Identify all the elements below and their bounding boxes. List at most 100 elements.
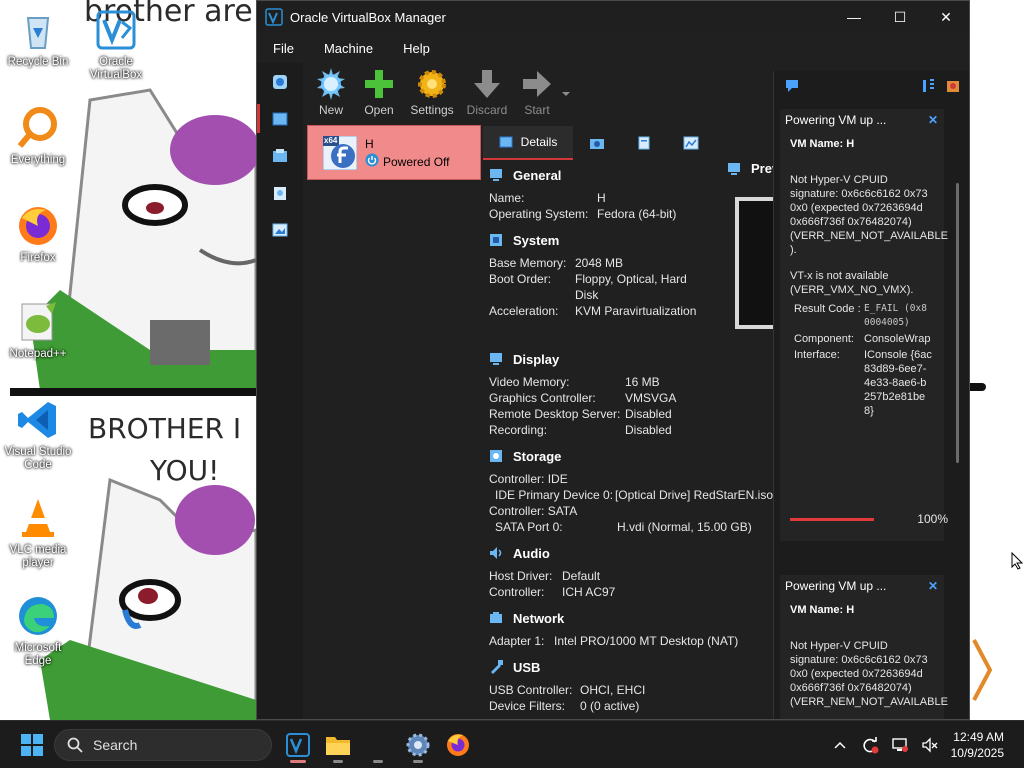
section-display[interactable]: Display — [481, 348, 773, 370]
media-tool-button[interactable] — [257, 174, 303, 211]
discard-button[interactable]: Discard — [461, 63, 513, 123]
taskbar-firefox[interactable] — [438, 725, 478, 765]
powered-off-icon — [365, 153, 379, 167]
close-notification-icon[interactable]: ✕ — [928, 113, 938, 127]
taskbar-file-explorer[interactable] — [318, 725, 358, 765]
desktop-icon-virtualbox[interactable]: Oracle VirtualBox — [78, 8, 154, 82]
new-vm-label: New — [318, 103, 343, 117]
audio-controller-value: ICH AC97 — [562, 585, 616, 599]
title-bar[interactable]: Oracle VirtualBox Manager — ☐ ✕ — [257, 1, 969, 33]
close-button[interactable]: ✕ — [923, 1, 969, 33]
desktop-icon-vscode[interactable]: Visual Studio Code — [0, 398, 76, 472]
network-tool-button[interactable] — [257, 211, 303, 248]
details-pane: Details General Name: H Operating System:… — [481, 125, 773, 719]
storage-ide-key: IDE Primary Device 0: — [495, 488, 614, 502]
network-tray-button[interactable] — [885, 730, 915, 760]
sort-notifications-icon[interactable] — [921, 78, 937, 94]
virtualbox-logo-icon — [94, 8, 138, 52]
system-accel-key: Acceleration: — [489, 304, 559, 318]
welcome-tool-button[interactable] — [257, 63, 303, 100]
volume-tray-button[interactable] — [915, 730, 945, 760]
section-storage[interactable]: Storage — [481, 445, 773, 467]
section-system[interactable]: System — [481, 229, 721, 251]
desktop-icon-recycle-bin[interactable]: Recycle Bin — [0, 8, 76, 69]
desktop-icon-vlc[interactable]: VLC media player — [0, 496, 76, 570]
media-disk-icon — [274, 186, 286, 200]
vm-list-item[interactable]: x64 H Powered Off — [307, 125, 481, 180]
extensions-tool-button[interactable] — [257, 137, 303, 174]
menu-help[interactable]: Help — [394, 41, 439, 56]
settings-label: Settings — [410, 103, 454, 117]
usb-filters-value: 0 (0 active) — [580, 699, 640, 713]
notification-progress: 100% — [790, 512, 948, 526]
network-adapter-value: Intel PRO/1000 MT Desktop (NAT) — [554, 634, 739, 648]
interface-value: IConsole {6ac83d89-6ee7-4e33-8ae6-b257b2… — [864, 349, 932, 417]
tab-details-label: Details — [520, 135, 558, 149]
notification-pin-icon[interactable] — [784, 78, 800, 94]
settings-gear-icon — [418, 70, 446, 98]
tab-details[interactable]: Details — [483, 126, 573, 160]
tab-snapshots[interactable] — [573, 126, 620, 160]
folder-icon — [326, 736, 350, 755]
system-accel-value: KVM Paravirtualization — [575, 304, 697, 318]
desktop-icon-firefox[interactable]: Firefox — [0, 204, 76, 265]
start-dropdown-chevron-icon[interactable] — [561, 89, 571, 99]
taskbar-search[interactable]: Search — [54, 728, 272, 761]
notification-scrollbar[interactable] — [956, 183, 959, 463]
control-panel-icon — [406, 733, 430, 756]
menu-machine[interactable]: Machine — [315, 41, 382, 56]
show-hidden-icons-button[interactable] — [825, 730, 855, 760]
open-vm-button[interactable]: Open — [355, 63, 403, 123]
display-monitor-icon — [490, 353, 502, 365]
clear-notifications-icon[interactable] — [945, 78, 961, 94]
system-chip-icon — [490, 234, 502, 246]
minimize-button[interactable]: — — [831, 1, 877, 33]
audio-host-value: Default — [562, 569, 601, 583]
general-os-value: Fedora (64-bit) — [597, 207, 677, 221]
machines-tool-button[interactable] — [257, 100, 303, 137]
section-audio[interactable]: Audio — [481, 542, 773, 564]
menu-file[interactable]: File — [264, 41, 303, 56]
new-vm-button[interactable]: New — [307, 63, 355, 123]
network-adapter-key: Adapter 1: — [489, 634, 545, 648]
notification-card: Powering VM up ... ✕ VM Name: H Not Hype… — [780, 109, 948, 541]
display-vmem-key: Video Memory: — [489, 375, 570, 389]
desktop-icon-everything[interactable]: Everything — [0, 106, 76, 167]
tools-strip — [257, 63, 303, 719]
taskbar-blank-app[interactable] — [358, 725, 398, 765]
vm-state: Powered Off — [383, 155, 450, 169]
speaker-muted-icon — [921, 737, 938, 753]
add-vm-icon — [365, 70, 393, 98]
general-os-key: Operating System: — [489, 207, 589, 221]
tab-activity[interactable] — [667, 126, 714, 160]
virtualbox-manager-window: Oracle VirtualBox Manager — ☐ ✕ File Mac… — [256, 0, 970, 720]
search-placeholder: Search — [93, 736, 138, 753]
desktop-icon-notepadpp[interactable]: Notepad++ — [0, 300, 76, 361]
taskbar-virtualbox[interactable] — [278, 725, 318, 765]
section-network[interactable]: Network — [481, 607, 773, 629]
preview-section[interactable]: Prev — [727, 161, 779, 176]
section-network-title: Network — [513, 610, 565, 626]
taskbar-settings[interactable] — [398, 725, 438, 765]
storage-sata-value: H.vdi (Normal, 15.00 GB) — [617, 520, 752, 534]
virtualbox-app-icon — [265, 8, 283, 26]
notepadpp-icon — [16, 300, 60, 344]
close-notification-icon[interactable]: ✕ — [928, 579, 938, 593]
settings-button[interactable]: Settings — [403, 63, 461, 123]
start-button[interactable]: Start — [513, 63, 561, 123]
audio-host-key: Host Driver: — [489, 569, 553, 583]
section-audio-title: Audio — [513, 545, 550, 561]
tab-logs[interactable] — [620, 126, 667, 160]
os-arch-badge: x64 — [324, 136, 338, 145]
network-monitor-icon — [891, 738, 908, 752]
section-usb[interactable]: USB — [481, 656, 773, 678]
start-menu-button[interactable] — [12, 725, 52, 765]
sync-tray-button[interactable] — [855, 730, 885, 760]
desktop-icon-edge[interactable]: Microsoft Edge — [0, 594, 76, 668]
notification-message: Not Hyper-V CPUID signature: 0x6c6c6162 … — [790, 640, 948, 708]
network-plug-icon — [490, 612, 502, 623]
maximize-button[interactable]: ☐ — [877, 1, 923, 33]
display-gc-key: Graphics Controller: — [489, 391, 596, 405]
vm-list: x64 H Powered Off — [303, 125, 481, 719]
taskbar-clock[interactable]: 12:49 AM 10/9/2025 — [945, 729, 1024, 761]
